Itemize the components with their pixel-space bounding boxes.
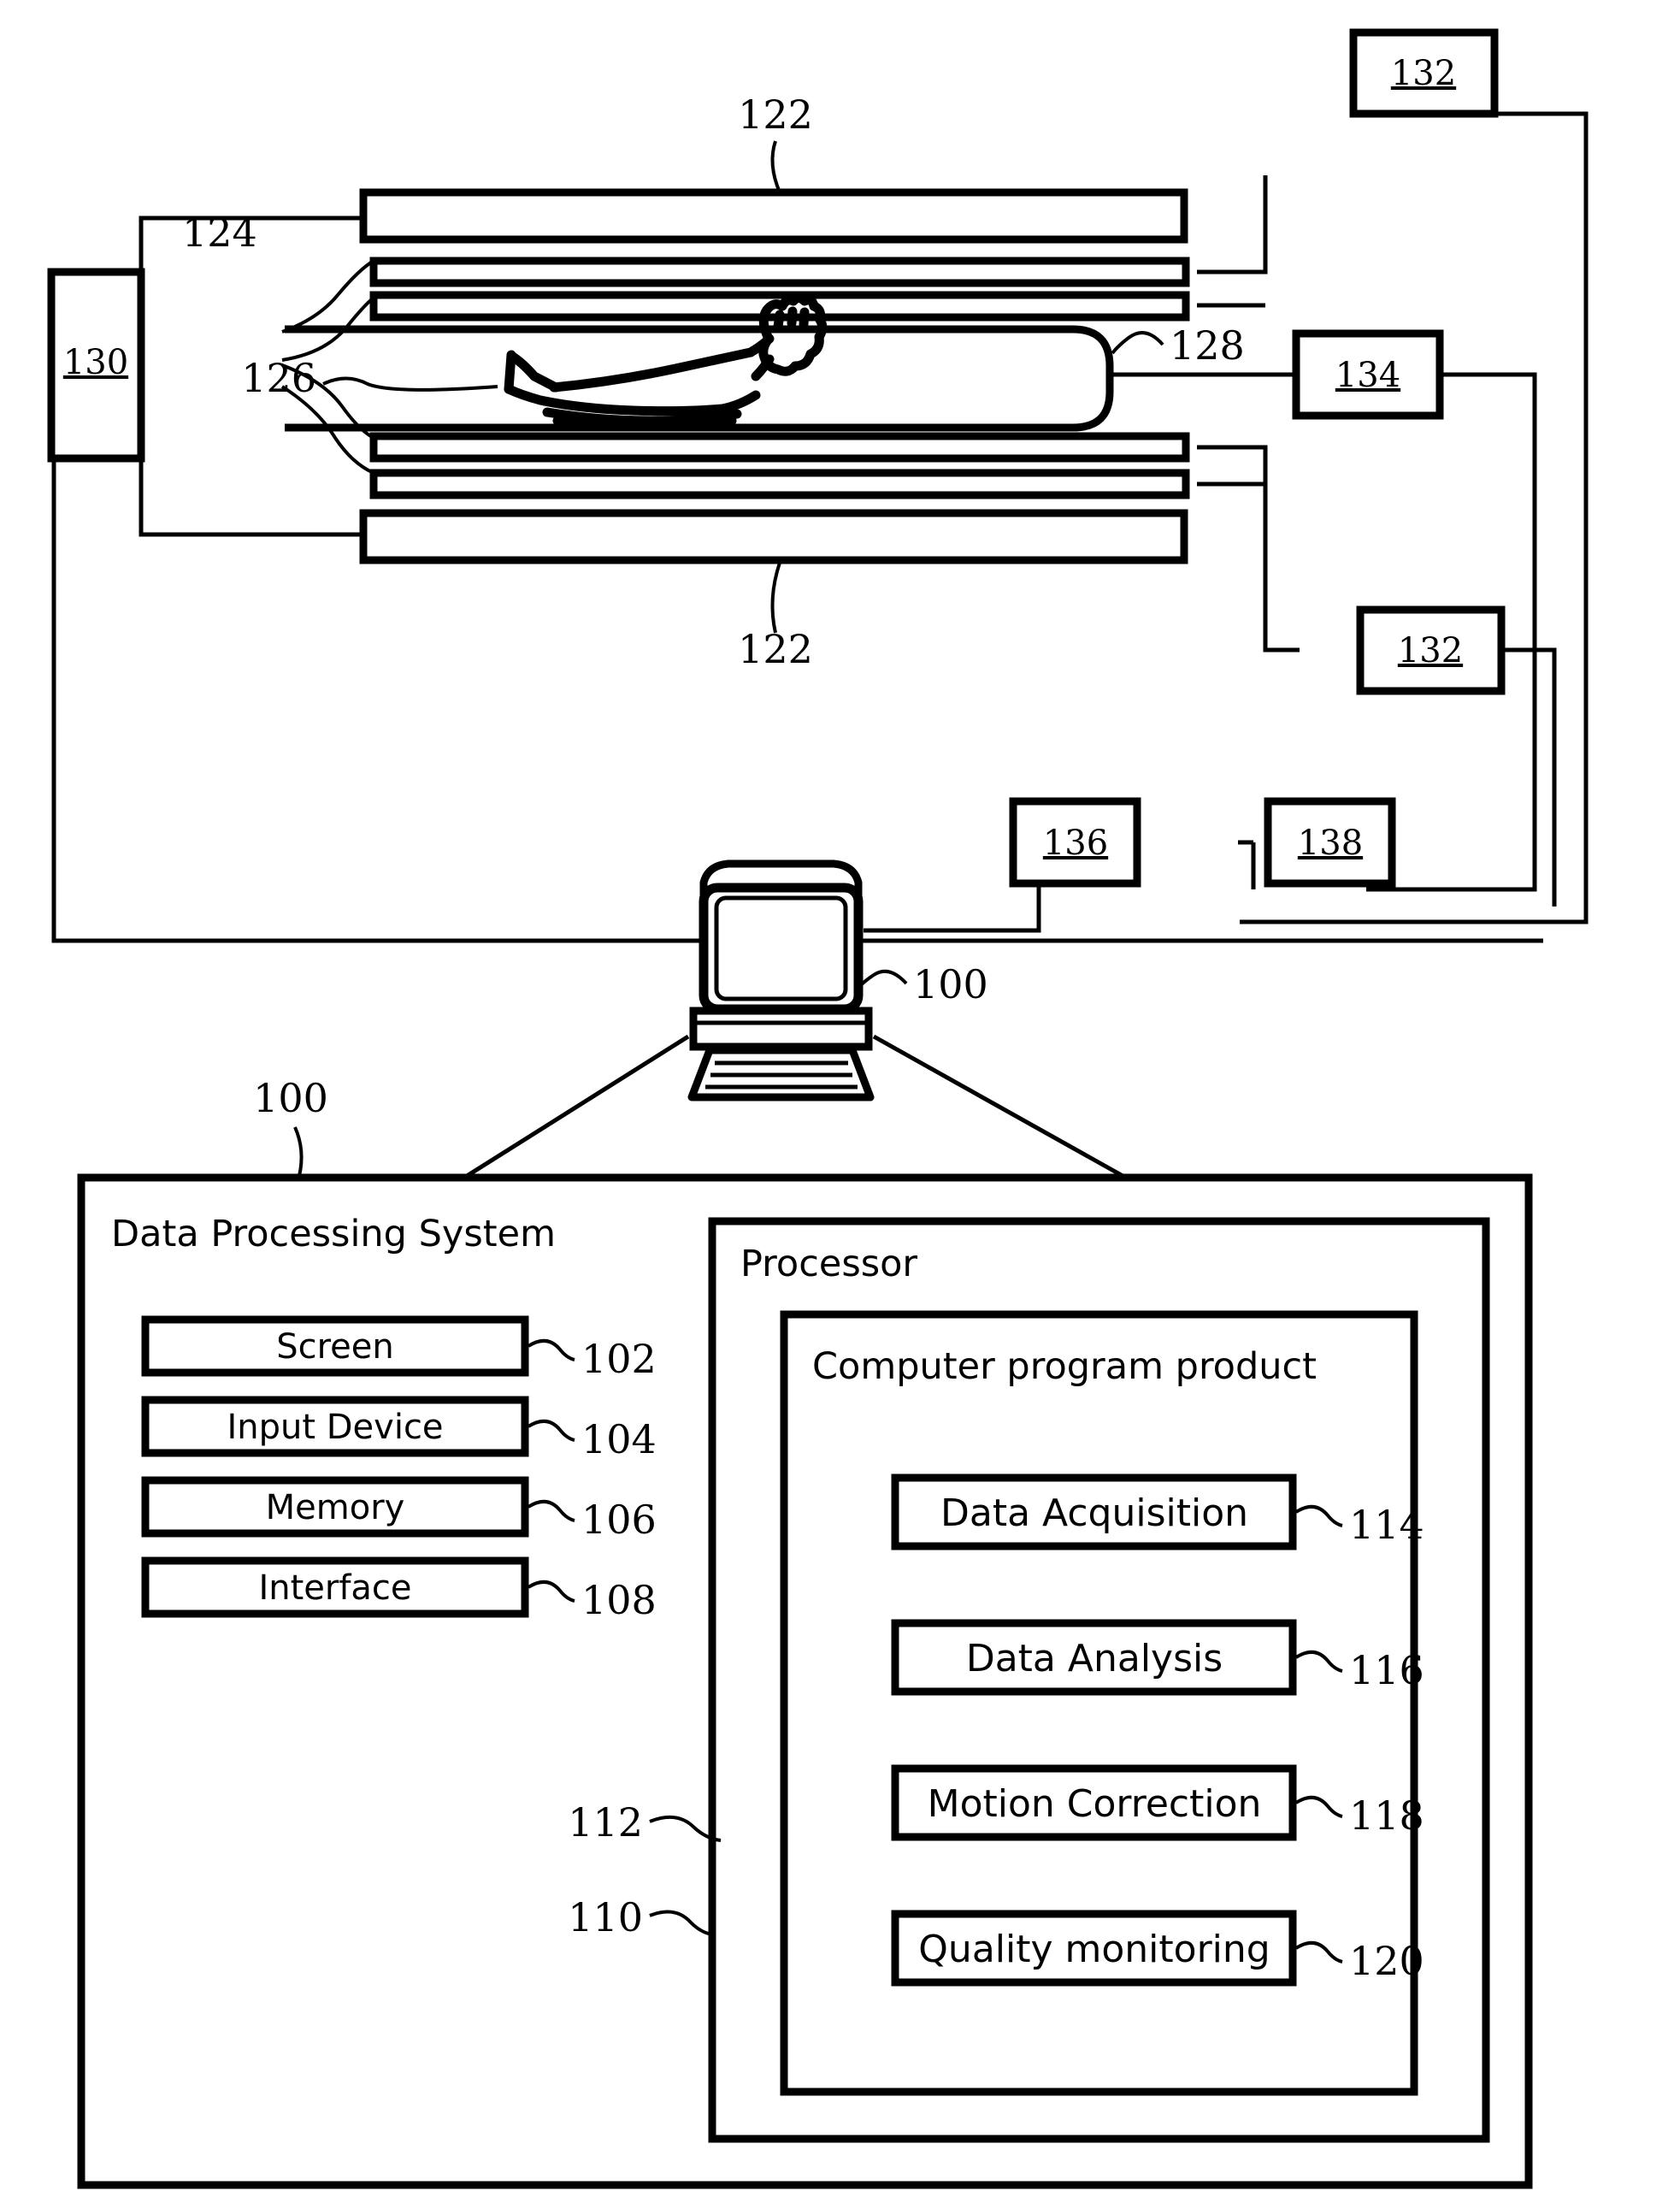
leader-128 [1111, 331, 1164, 355]
box-138-label: 138 [1298, 824, 1363, 863]
module-label-motion-correction: Motion Correction [928, 1782, 1262, 1826]
dps-component-label-memory: Memory [266, 1488, 405, 1527]
ref-100-computer: 100 [913, 961, 988, 1007]
figure-page: 130 132 134 132 136 138 122 122 124 126 … [0, 0, 1680, 2191]
ref-108: 108 [581, 1577, 657, 1623]
leader-left [456, 1034, 690, 1184]
gradient-coil-top-1 [369, 257, 1190, 287]
ref-120: 120 [1349, 1938, 1424, 1984]
leader-right [872, 1034, 1147, 1191]
ref-128: 128 [1170, 322, 1245, 369]
box-134-label: 134 [1335, 356, 1400, 395]
ref-100-dps: 100 [253, 1075, 328, 1121]
computer-program-product-title: Computer program product [812, 1345, 1317, 1388]
wire-grad-top-to-132 [1197, 175, 1268, 275]
module-label-data-acquisition: Data Acquisition [940, 1491, 1248, 1535]
ref-116: 116 [1349, 1647, 1424, 1693]
main-magnet-top [359, 188, 1188, 244]
module-label-data-analysis: Data Analysis [966, 1637, 1223, 1680]
ref-110: 110 [568, 1894, 643, 1940]
ref-124: 124 [182, 210, 257, 256]
ref-114: 114 [1349, 1502, 1424, 1548]
leader-100-dps [293, 1126, 304, 1177]
dps-component-label-interface: Interface [258, 1568, 411, 1608]
box-136-label: 136 [1043, 824, 1108, 863]
processor-title: Processor [740, 1243, 917, 1285]
ref-112: 112 [568, 1799, 643, 1846]
box-132-top-label: 132 [1391, 54, 1456, 93]
dps-title: Data Processing System [111, 1213, 556, 1255]
wire-132bot-to-bus [1501, 647, 1557, 907]
main-magnet-bottom [359, 509, 1188, 564]
leader-122-top [770, 140, 781, 193]
ref-102: 102 [581, 1336, 657, 1382]
dps-component-label-input-device: Input Device [227, 1408, 443, 1447]
gradient-coil-bottom-2 [369, 469, 1190, 499]
ref-122-bottom: 122 [738, 626, 813, 672]
box-132-bottom-label: 132 [1398, 631, 1463, 670]
workstation-computer-icon [687, 859, 875, 1101]
ref-122-top: 122 [738, 92, 813, 138]
ref-118: 118 [1349, 1792, 1424, 1839]
module-label-quality-monitoring: Quality monitoring [918, 1928, 1270, 1971]
wire-130-to-bottom-magnet [139, 458, 363, 537]
wire-grad-bot-to-132b [1197, 445, 1300, 653]
leader-100-computer [857, 969, 908, 989]
box-130-label: 130 [63, 343, 128, 382]
ref-126: 126 [241, 355, 316, 401]
ref-106: 106 [581, 1497, 657, 1543]
dps-component-label-screen: Screen [276, 1327, 394, 1367]
gradient-coil-bottom-1 [369, 432, 1190, 463]
patent-figure: 130 132 134 132 136 138 122 122 124 126 … [47, 28, 1589, 2189]
leader-122-bottom [770, 562, 781, 634]
ref-104: 104 [581, 1416, 657, 1462]
